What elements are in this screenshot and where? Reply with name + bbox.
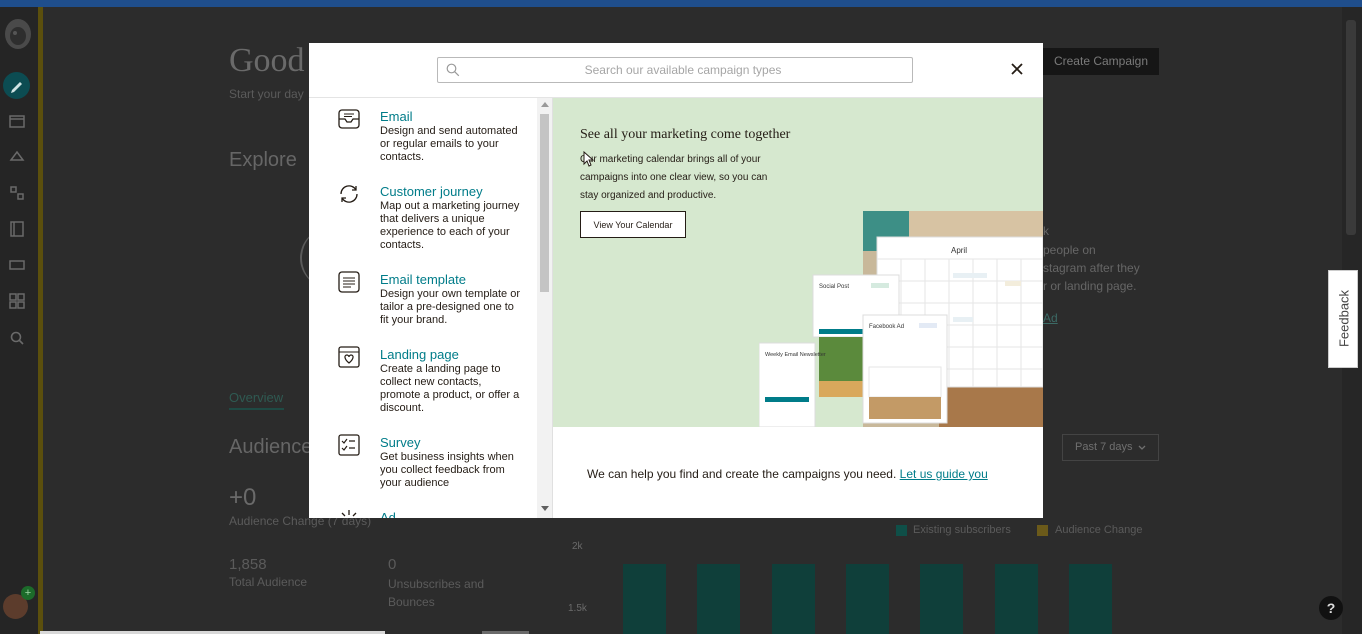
promo-text-line: stagram after they bbox=[1043, 261, 1140, 275]
chart-bar bbox=[623, 564, 666, 634]
campaign-type-name: Customer journey bbox=[380, 184, 483, 199]
legend-audience-change: Audience Change bbox=[1055, 524, 1143, 536]
dashboard-subtitle: Start your day bbox=[229, 87, 304, 101]
total-audience-label: Total Audience bbox=[229, 575, 308, 589]
chevron-down-icon bbox=[1138, 445, 1146, 450]
facebook-ad-card-title: Facebook Ad bbox=[869, 324, 904, 330]
promo-title: See all your marketing come together bbox=[580, 127, 791, 142]
explore-heading: Explore bbox=[229, 149, 297, 171]
legend-swatch-existing bbox=[896, 525, 907, 536]
promo-body: Our marketing calendar brings all of you… bbox=[580, 154, 768, 201]
guide-message: We can help you find and create the camp… bbox=[587, 467, 988, 481]
campaign-list-scrollbar[interactable] bbox=[537, 98, 552, 518]
calendar-promo: See all your marketing come together Our… bbox=[553, 98, 1043, 427]
modal-header bbox=[309, 43, 1043, 98]
newsletter-card-title: Weekly Email Newsletter bbox=[765, 352, 826, 358]
chart-bar bbox=[772, 564, 815, 634]
tab-overview-underline bbox=[229, 408, 284, 410]
chart-bar bbox=[995, 564, 1038, 634]
close-icon[interactable] bbox=[1009, 61, 1025, 77]
scroll-up-arrow-icon[interactable] bbox=[541, 102, 549, 107]
legend-existing-subscribers: Existing subscribers bbox=[913, 524, 1011, 536]
survey-icon bbox=[338, 434, 360, 456]
sidebar-search-icon[interactable] bbox=[8, 329, 26, 347]
sidebar-website-icon[interactable] bbox=[8, 220, 26, 238]
ad-icon bbox=[341, 510, 357, 517]
campaign-type-list: Email Design and send automated or regul… bbox=[309, 98, 553, 518]
feedback-label: Feedback bbox=[1336, 289, 1352, 348]
campaign-type-name: Ad bbox=[380, 510, 396, 518]
campaign-type-ad[interactable]: Ad bbox=[309, 499, 537, 518]
social-post-card-title: Social Post bbox=[819, 284, 849, 290]
campaign-type-customer-journey[interactable]: Customer journey Map out a marketing jou… bbox=[309, 173, 537, 258]
create-ad-link[interactable]: Ad bbox=[1043, 311, 1058, 325]
campaign-type-name: Landing page bbox=[380, 347, 459, 362]
chart-axis-label: 2k bbox=[572, 541, 583, 552]
sidebar-integrations-icon[interactable] bbox=[8, 292, 26, 310]
total-audience-value: 1,858 bbox=[229, 556, 267, 573]
avatar-add-badge-icon: + bbox=[21, 586, 35, 600]
help-icon[interactable]: ? bbox=[1319, 596, 1343, 620]
campaign-type-description: Design your own template or tailor a pre… bbox=[380, 288, 521, 326]
landing-page-icon bbox=[338, 346, 360, 368]
sidebar-automations-icon[interactable] bbox=[8, 184, 26, 202]
chart-axis-label: 1.5k bbox=[568, 603, 587, 614]
chart-bar bbox=[697, 564, 740, 634]
campaign-type-description: Design and send automated or regular ema… bbox=[380, 125, 518, 163]
tab-overview[interactable]: Overview bbox=[229, 390, 283, 405]
campaign-search-input[interactable] bbox=[468, 58, 898, 82]
mouse-cursor-icon bbox=[583, 151, 595, 167]
campaign-type-name: Email bbox=[380, 109, 413, 124]
email-template-icon bbox=[338, 271, 360, 293]
dashboard-greeting: Good bbox=[229, 42, 305, 79]
campaign-type-landing-page[interactable]: Landing page Create a landing page to co… bbox=[309, 336, 537, 420]
search-icon bbox=[446, 63, 460, 77]
view-calendar-button[interactable]: View Your Calendar bbox=[580, 211, 686, 238]
mailchimp-logo-icon[interactable] bbox=[2, 14, 34, 54]
campaign-type-name: Survey bbox=[380, 435, 421, 450]
chart-bar bbox=[1069, 564, 1112, 634]
campaign-type-survey[interactable]: Survey Get business insights when you co… bbox=[309, 424, 537, 496]
date-range-value: Past 7 days bbox=[1075, 441, 1133, 453]
email-icon bbox=[338, 109, 360, 129]
chart-bar bbox=[846, 564, 889, 634]
unsubscribes-value: 0 bbox=[388, 556, 397, 573]
promo-text-line: r or landing page. bbox=[1043, 279, 1137, 293]
campaign-type-name: Email template bbox=[380, 272, 466, 287]
campaign-type-modal: Email Design and send automated or regul… bbox=[309, 43, 1043, 518]
browser-top-bar bbox=[0, 0, 1362, 7]
campaign-type-description: Create a landing page to collect new con… bbox=[380, 363, 520, 414]
guide-footer: We can help you find and create the camp… bbox=[553, 427, 1043, 518]
page-scrollbar-thumb[interactable] bbox=[1346, 20, 1356, 235]
campaign-type-email-template[interactable]: Email template Design your own template … bbox=[309, 261, 537, 333]
guide-message-text: We can help you find and create the camp… bbox=[587, 467, 897, 481]
campaign-search[interactable] bbox=[437, 57, 913, 83]
chart-bar bbox=[920, 564, 963, 634]
sidebar-content-icon[interactable] bbox=[8, 256, 26, 274]
campaign-list-scrollbar-thumb[interactable] bbox=[540, 114, 549, 292]
calendar-month-label: April bbox=[951, 246, 967, 255]
audience-change-value: +0 bbox=[229, 484, 257, 511]
promo-text-line: k bbox=[1043, 224, 1049, 238]
create-campaign-button[interactable]: Create Campaign bbox=[1043, 48, 1159, 75]
app-sidebar bbox=[0, 7, 40, 634]
sidebar-campaigns-icon[interactable] bbox=[8, 112, 26, 130]
calendar-illustration: April Social Post Weekly Email Newslette… bbox=[759, 211, 1043, 427]
legend-swatch-change bbox=[1037, 525, 1048, 536]
scroll-down-arrow-icon[interactable] bbox=[541, 506, 549, 511]
promo-text-line: people on bbox=[1043, 243, 1096, 257]
campaign-type-description: Get business insights when you collect f… bbox=[380, 451, 514, 489]
campaign-type-email[interactable]: Email Design and send automated or regul… bbox=[309, 98, 537, 168]
sidebar-audience-icon[interactable] bbox=[8, 148, 26, 166]
customer-journey-icon bbox=[340, 185, 358, 203]
date-range-select[interactable]: Past 7 days bbox=[1062, 434, 1159, 461]
feedback-tab[interactable]: Feedback bbox=[1328, 270, 1358, 368]
campaign-type-description: Map out a marketing journey that deliver… bbox=[380, 200, 520, 251]
unsubscribes-label: Unsubscribes and Bounces bbox=[388, 577, 485, 609]
sidebar-create-icon[interactable] bbox=[3, 72, 30, 99]
let-us-guide-you-link[interactable]: Let us guide you bbox=[900, 467, 988, 481]
audience-heading: Audience bbox=[229, 436, 313, 458]
